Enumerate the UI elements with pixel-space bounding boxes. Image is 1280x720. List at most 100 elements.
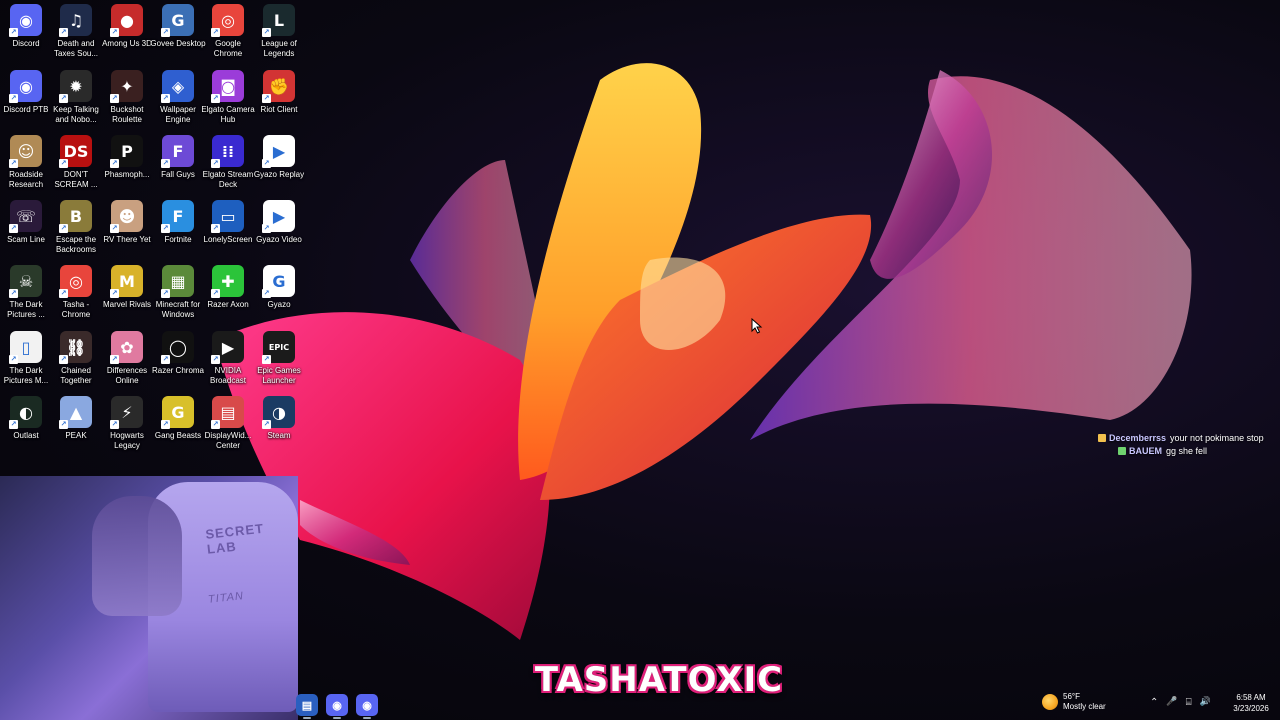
gyazo-icon: G ↗ [262, 265, 295, 298]
shortcut-arrow-icon: ↗ [262, 420, 271, 429]
razer-chroma-icon: ◯ ↗ [161, 331, 194, 364]
desktop-shortcut[interactable]: DS ↗ DON'T SCREAM ... [50, 135, 102, 190]
desktop-shortcut[interactable]: ▯ ↗ The Dark Pictures M... [0, 331, 52, 386]
dont-scream-icon: DS ↗ [59, 135, 92, 168]
riot-icon: ✊ ↗ [262, 70, 295, 103]
desktop-shortcut[interactable]: L ↗ League of Legends [253, 4, 305, 59]
notepad-icon[interactable]: ▤ [296, 694, 318, 719]
desktop-shortcut[interactable]: ✹ ↗ Keep Talking and Nobo... [50, 70, 102, 125]
desktop-shortcut[interactable]: G ↗ Govee Desktop [150, 4, 206, 49]
mod-badge-icon [1118, 447, 1126, 455]
gyazo-video-icon: ▶ ↗ [262, 200, 295, 233]
weather-temp: 56°F [1063, 692, 1080, 701]
camera-icon: ◙ ↗ [211, 70, 244, 103]
among-us-icon: ● ↗ [110, 4, 143, 37]
desktop-shortcut-label: Buckshot Roulette [110, 105, 144, 124]
desktop-shortcut[interactable]: ☻ ↗ RV There Yet [101, 200, 153, 245]
taskbar-clock[interactable]: 6:58 AM 3/23/2026 [1226, 692, 1276, 714]
desktop-shortcut[interactable]: ◉ ↗ Discord PTB [0, 70, 52, 115]
desktop-shortcut[interactable]: ☺ ↗ Roadside Research [0, 135, 52, 190]
bomb-icon: ✹ ↗ [59, 70, 92, 103]
desktop-shortcut[interactable]: ✦ ↗ Buckshot Roulette [101, 70, 153, 125]
desktop-shortcut[interactable]: ▦ ↗ Minecraft for Windows [152, 265, 204, 320]
desktop-shortcut[interactable]: ▤ ↗ DisplayWid... Center [202, 396, 254, 451]
desktop-shortcut[interactable]: ◑ ↗ Steam [253, 396, 305, 441]
desktop-shortcut-label: Discord PTB [3, 105, 49, 114]
desktop-shortcut-label: Wallpaper Engine [160, 105, 196, 124]
desktop-shortcut[interactable]: ◈ ↗ Wallpaper Engine [152, 70, 204, 125]
desktop-shortcut-label: League of Legends [261, 39, 297, 58]
desktop-shortcut[interactable]: ▶ ↗ NVIDIA Broadcast [202, 331, 254, 386]
desktop-shortcut[interactable]: ⚡ ↗ Hogwarts Legacy [101, 396, 153, 451]
chrome-icon: ◎ ↗ [211, 4, 244, 37]
desktop-shortcut-label: Minecraft for Windows [155, 300, 201, 319]
wallpaper-engine-icon: ◈ ↗ [161, 70, 194, 103]
desktop-shortcut-label: The Dark Pictures M... [3, 366, 49, 385]
desktop-shortcut[interactable]: ◎ ↗ Google Chrome [202, 4, 254, 59]
desktop-shortcut-label: Gyazo Video [256, 235, 302, 244]
desktop-shortcut[interactable]: ☠ ↗ The Dark Pictures ... [0, 265, 52, 320]
weather-widget[interactable]: 56°F Mostly clear [1042, 692, 1106, 712]
desktop-shortcut[interactable]: ▲ ↗ PEAK [50, 396, 102, 441]
desktop-shortcut-label: Discord [12, 39, 40, 48]
discord-taskbar-icon[interactable]: ◉ [326, 694, 348, 719]
shortcut-arrow-icon: ↗ [161, 94, 170, 103]
microphone-icon[interactable]: 🎤 [1166, 697, 1177, 708]
music-note-icon: ♫ ↗ [59, 4, 92, 37]
desktop-shortcut-label: PEAK [65, 431, 87, 440]
epic-games-icon: EPIC ↗ [262, 331, 295, 364]
shortcut-arrow-icon: ↗ [9, 224, 18, 233]
stream-deck-icon: ⁞⁞ ↗ [211, 135, 244, 168]
desktop-shortcut[interactable]: ✿ ↗ Differences Online [101, 331, 153, 386]
shortcut-arrow-icon: ↗ [211, 28, 220, 37]
desktop-shortcut[interactable]: ◐ ↗ Outlast [0, 396, 52, 441]
shortcut-arrow-icon: ↗ [110, 159, 119, 168]
chat-username: Decemberrss [1109, 433, 1167, 443]
stream-name-overlay: TASHATOXIC [534, 660, 784, 700]
network-icon[interactable]: ⌸ [1186, 697, 1192, 708]
desktop-shortcut[interactable]: ✚ ↗ Razer Axon [202, 265, 254, 310]
shortcut-arrow-icon: ↗ [9, 28, 18, 37]
backrooms-icon: B ↗ [59, 200, 92, 233]
show-hidden-icons-chevron-icon[interactable]: ⌃ [1150, 697, 1158, 708]
desktop-shortcut[interactable]: EPIC ↗ Epic Games Launcher [253, 331, 305, 386]
desktop-shortcut-label: Keep Talking and Nobo... [53, 105, 99, 124]
desktop-shortcut[interactable]: M ↗ Marvel Rivals [101, 265, 153, 310]
desktop-shortcut[interactable]: ◙ ↗ Elgato Camera Hub [201, 70, 255, 125]
desktop-shortcut[interactable]: ✊ ↗ Riot Client [253, 70, 305, 115]
desktop-shortcut[interactable]: ⛓ ↗ Chained Together [50, 331, 102, 386]
desktop-shortcut-label: Marvel Rivals [102, 300, 151, 309]
desktop-shortcut[interactable]: ▭ ↗ LonelyScreen [202, 200, 254, 245]
desktop-shortcut-label: Razer Chroma [151, 366, 204, 375]
discord-ptb-taskbar-icon[interactable]: ◉ [356, 694, 378, 719]
volume-icon[interactable]: 🔊 [1200, 697, 1211, 708]
desktop-shortcut[interactable]: ● ↗ Among Us 3D [101, 4, 153, 49]
desktop-shortcut-label: Outlast [13, 431, 39, 440]
shortcut-arrow-icon: ↗ [161, 28, 170, 37]
shortcut-arrow-icon: ↗ [262, 159, 271, 168]
fall-guys-icon: F ↗ [161, 135, 194, 168]
desktop-shortcut[interactable]: G ↗ Gyazo [253, 265, 305, 310]
desktop-shortcut-label: Tasha - Chrome [61, 300, 91, 319]
shortcut-arrow-icon: ↗ [262, 224, 271, 233]
shortcut-arrow-icon: ↗ [262, 355, 271, 364]
desktop-shortcut[interactable]: ♫ ↗ Death and Taxes Sou... [50, 4, 102, 59]
shortcut-arrow-icon: ↗ [211, 159, 220, 168]
shortcut-arrow-icon: ↗ [161, 224, 170, 233]
desktop-shortcut[interactable]: ◯ ↗ Razer Chroma [152, 331, 204, 376]
desktop-shortcut[interactable]: ⁞⁞ ↗ Elgato Stream Deck [202, 135, 254, 190]
shortcut-arrow-icon: ↗ [110, 28, 119, 37]
desktop-shortcut[interactable]: B ↗ Escape the Backrooms [50, 200, 102, 255]
desktop-shortcut[interactable]: P ↗ Phasmoph... [101, 135, 153, 180]
shortcut-arrow-icon: ↗ [59, 224, 68, 233]
desktop-shortcut[interactable]: G ↗ Gang Beasts [152, 396, 204, 441]
desktop-shortcut[interactable]: ◉ ↗ Discord [0, 4, 52, 49]
desktop-shortcut[interactable]: ☏ ↗ Scam Line [0, 200, 52, 245]
desktop-shortcut[interactable]: ▶ ↗ Gyazo Replay [253, 135, 305, 180]
sub-badge-icon [1098, 434, 1106, 442]
desktop-shortcut[interactable]: ▶ ↗ Gyazo Video [253, 200, 305, 245]
chat-text: gg she fell [1166, 446, 1208, 456]
desktop-shortcut[interactable]: F ↗ Fall Guys [152, 135, 204, 180]
desktop-shortcut[interactable]: ◎ ↗ Tasha - Chrome [50, 265, 102, 320]
desktop-shortcut[interactable]: F ↗ Fortnite [152, 200, 204, 245]
